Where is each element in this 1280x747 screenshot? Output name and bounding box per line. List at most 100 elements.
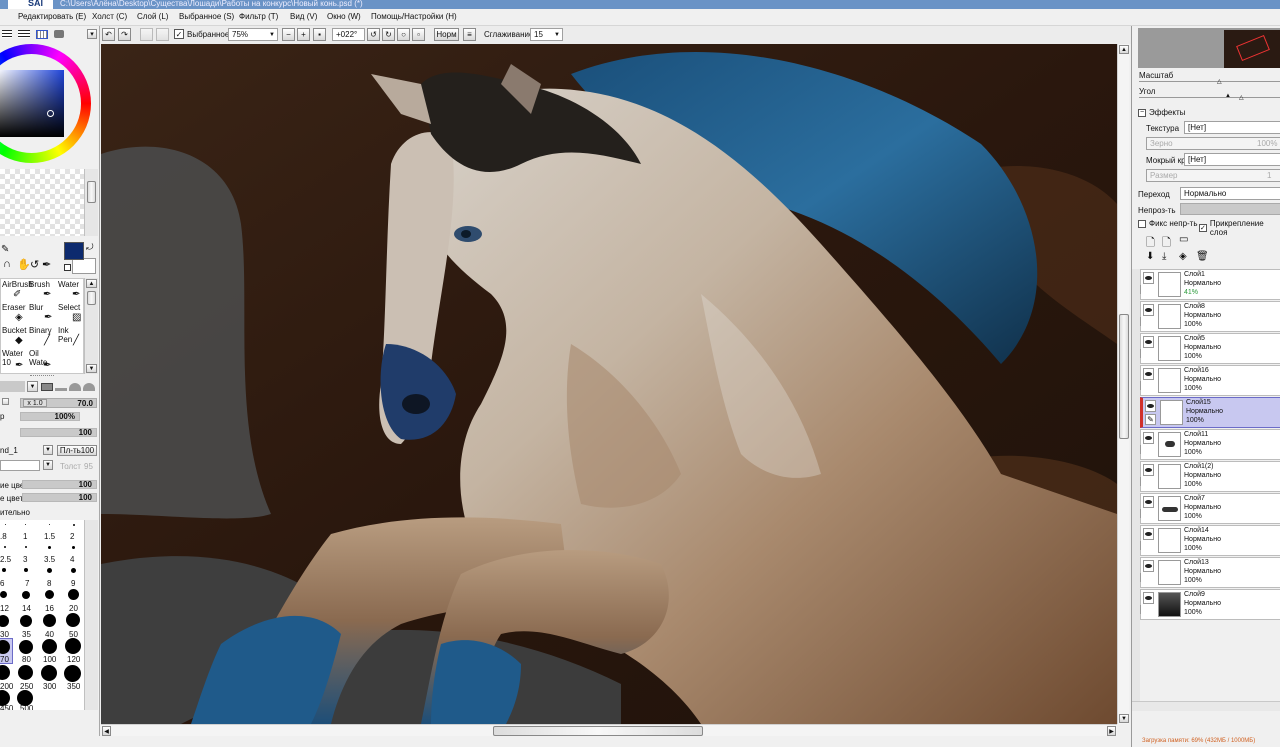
wet-edge-select[interactable]: [Нет]	[1184, 153, 1280, 166]
layer-list-scrollbar[interactable]	[1132, 269, 1140, 709]
brush-shape-field[interactable]	[0, 381, 25, 392]
flip-icon[interactable]: ▫	[412, 28, 425, 41]
scroll-right-icon[interactable]: ▶	[1107, 726, 1116, 736]
scroll-up-icon[interactable]: ▲	[1119, 45, 1129, 54]
panel-splitter[interactable]	[30, 375, 54, 378]
brush-size-preset[interactable]: 300	[43, 682, 56, 691]
swatches-tab-icon[interactable]	[36, 29, 48, 39]
new-folder-icon[interactable]: ▭	[1179, 234, 1188, 245]
brush-size-preset[interactable]: 4	[70, 555, 74, 564]
edge-preset-2[interactable]	[55, 382, 67, 391]
tool-water-2[interactable]: Water 10 ✒	[1, 349, 28, 373]
layer-item[interactable]: Слой1 Нормально 41%	[1133, 269, 1280, 300]
zoom-slider-handle[interactable]: △	[1217, 78, 1222, 85]
fix-opacity-checkbox[interactable]	[1138, 219, 1146, 228]
brush-size-preset[interactable]: 70	[0, 655, 9, 664]
grain-field[interactable]: Зерно 100%	[1146, 137, 1280, 150]
visibility-eye-icon[interactable]	[1143, 496, 1154, 508]
dilution-slider[interactable]: 100	[22, 493, 97, 502]
brush-shape-dropdown[interactable]: ▼	[27, 381, 38, 392]
visibility-eye-icon[interactable]	[1145, 400, 1156, 412]
horse-painting[interactable]	[101, 44, 1117, 724]
layer-item[interactable]: Слой7 Нормально 100%	[1133, 493, 1280, 524]
brush-size-preset[interactable]: 500	[20, 704, 33, 710]
menu-edit[interactable]: Редактировать (E)	[18, 12, 86, 21]
size-lock-checkbox[interactable]	[2, 398, 9, 405]
angle-slider-handle-2[interactable]: ▲	[1225, 93, 1231, 99]
zoom-out-icon[interactable]: −	[282, 28, 295, 41]
visibility-eye-icon[interactable]	[1143, 432, 1154, 444]
menu-canvas[interactable]: Холст (C)	[92, 12, 127, 21]
scrollbar-thumb[interactable]	[493, 726, 703, 736]
menu-help[interactable]: Помощь/Настройки (H)	[371, 12, 457, 21]
undo-icon[interactable]: ↶	[102, 28, 115, 41]
visibility-eye-icon[interactable]	[1143, 272, 1154, 284]
primary-color-swatch[interactable]	[64, 242, 84, 260]
menu-selection[interactable]: Выбранное (S)	[179, 12, 234, 21]
transfer-down-icon[interactable]: ⤓	[1162, 251, 1166, 262]
visibility-eye-icon[interactable]	[1143, 368, 1154, 380]
scratchpad-scrollbar[interactable]	[84, 169, 98, 236]
texture-select[interactable]	[0, 460, 40, 471]
brush-size-preset[interactable]: 1.5	[44, 532, 55, 541]
scrollbar-thumb[interactable]	[1119, 314, 1129, 439]
blend-mode-button[interactable]: Норм	[434, 28, 459, 41]
hsv-slider-tab-icon[interactable]	[18, 30, 30, 38]
zoom-select[interactable]: 75% ▼	[228, 28, 278, 41]
reset-colors-icon[interactable]	[64, 264, 71, 271]
secondary-color-swatch[interactable]	[72, 258, 96, 274]
fix-opacity-toggle[interactable]: Фикс непр-ть	[1138, 219, 1198, 228]
visibility-eye-icon[interactable]	[1143, 560, 1154, 572]
deselect-icon[interactable]	[140, 28, 153, 41]
rotate-reset-icon[interactable]: ○	[397, 28, 410, 41]
smoothing-select[interactable]: 15 ▼	[530, 28, 563, 41]
menu-window[interactable]: Окно (W)	[327, 12, 361, 21]
visibility-eye-icon[interactable]	[1143, 592, 1154, 604]
scrollbar-thumb[interactable]	[87, 291, 96, 305]
menu-filter[interactable]: Фильтр (T)	[239, 12, 278, 21]
tool-oil-water[interactable]: Oil Wate ✒	[29, 349, 56, 373]
scratchpad-area[interactable]	[0, 169, 84, 236]
drawing-canvas[interactable]	[101, 44, 1117, 724]
tool-airbrush[interactable]: AirBrush ✐	[1, 280, 33, 302]
hand-tool-icon[interactable]: ✋	[17, 258, 31, 271]
wet-size-field[interactable]: Размер 1	[1146, 169, 1280, 182]
visibility-eye-icon[interactable]	[1143, 304, 1154, 316]
brush-size-preset[interactable]: 2.5	[0, 555, 11, 564]
layer-item[interactable]: Слой5 Нормально 100%	[1133, 333, 1280, 364]
tool-select[interactable]: Select ▨	[57, 303, 83, 325]
merge-down-icon[interactable]: ⬇	[1146, 251, 1154, 262]
brush-size-preset[interactable]: 20	[69, 604, 78, 613]
navigator-preview[interactable]	[1138, 28, 1280, 68]
menu-view[interactable]: Вид (V)	[290, 12, 317, 21]
clear-layer-icon[interactable]: ◈	[1179, 251, 1187, 262]
brush-size-preset[interactable]: 7	[25, 579, 29, 588]
layer-item[interactable]: Слой13 Нормально 100%	[1133, 557, 1280, 588]
tool-blur[interactable]: Blur ✒	[29, 303, 56, 325]
effects-header[interactable]: − Эффекты	[1138, 108, 1185, 117]
texture-select[interactable]: [Нет]	[1184, 121, 1280, 134]
brush-size-preset[interactable]: 16	[45, 604, 54, 613]
delete-layer-icon[interactable]: 🗑	[1196, 251, 1209, 262]
angle-field[interactable]: +022°	[332, 28, 365, 41]
edge-preset-1[interactable]	[41, 382, 53, 391]
visibility-eye-icon[interactable]	[1143, 528, 1154, 540]
tool-ink-pen[interactable]: Ink Pen ╱	[57, 326, 83, 348]
edge-preset-3[interactable]	[69, 382, 81, 391]
brush-size-preset[interactable]: 100	[43, 655, 56, 664]
scroll-left-icon[interactable]: ◀	[102, 726, 111, 736]
scroll-down-icon[interactable]: ▼	[86, 364, 97, 373]
layer-list-hscrollbar[interactable]	[1132, 701, 1280, 711]
menu-layer[interactable]: Слой (L)	[137, 12, 168, 21]
tool-brush[interactable]: Brush ✒	[29, 280, 56, 302]
scratchpad-tab-icon[interactable]	[54, 30, 64, 38]
zoom-reset-icon[interactable]: ▪	[313, 28, 326, 41]
visibility-eye-icon[interactable]	[1143, 336, 1154, 348]
brush-size-preset[interactable]: 12	[0, 604, 9, 613]
lasso-tool-icon[interactable]: ∩	[3, 258, 11, 270]
scroll-down-icon[interactable]: ▼	[1119, 714, 1129, 723]
layer-item[interactable]: Слой9 Нормально 100%	[1133, 589, 1280, 620]
rgb-slider-tab-icon[interactable]	[2, 30, 12, 38]
swap-colors-icon[interactable]: ⤾	[86, 242, 94, 253]
selection-checkbox[interactable]: ✓	[174, 29, 184, 39]
